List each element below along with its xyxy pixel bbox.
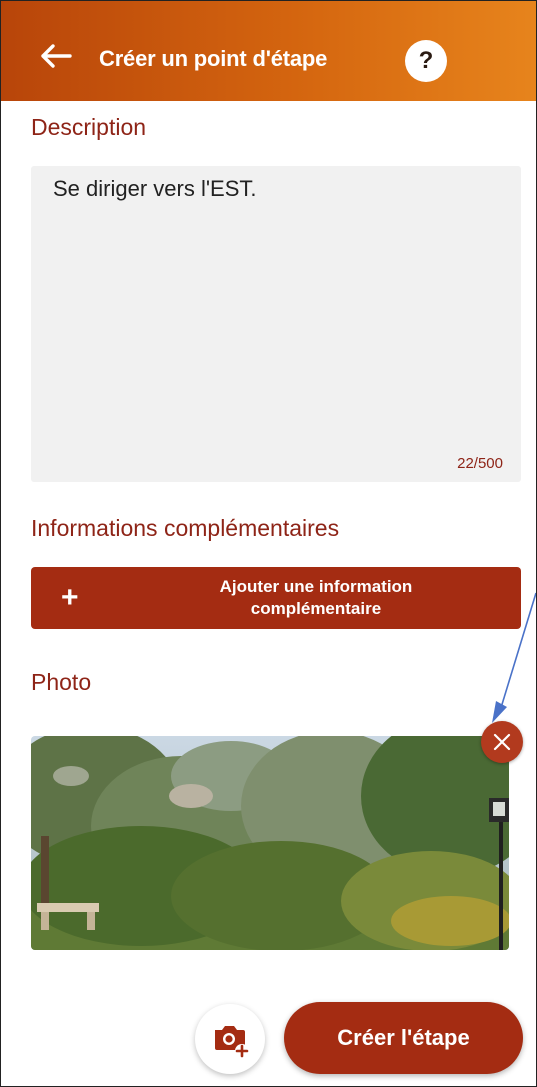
- page-title: Créer un point d'étape: [99, 46, 328, 71]
- add-extra-info-label: Ajouter une information complémentaire: [151, 576, 481, 620]
- description-textarea[interactable]: Se diriger vers l'EST. 22/500: [31, 166, 521, 482]
- character-counter: 22/500: [457, 455, 503, 472]
- add-extra-info-button[interactable]: + Ajouter une information complémentaire: [31, 567, 521, 629]
- add-photo-icon: [215, 1026, 249, 1058]
- remove-photo-button[interactable]: [481, 721, 523, 763]
- description-value: Se diriger vers l'EST.: [53, 176, 257, 201]
- garden-photo-image: [31, 736, 509, 950]
- annotation-arrow-icon: [492, 592, 536, 723]
- create-step-button[interactable]: Créer l'étape: [284, 1002, 523, 1074]
- close-icon: [493, 733, 511, 751]
- app-header: Créer un point d'étape ?: [1, 1, 536, 101]
- app-screen: Créer un point d'étape ? Description Se …: [0, 0, 537, 1087]
- arrow-left-icon[interactable]: [39, 43, 73, 69]
- add-extra-info-label-line1: Ajouter une information: [219, 577, 413, 596]
- extra-info-title: Informations complémentaires: [31, 515, 340, 541]
- photo-title: Photo: [31, 669, 92, 695]
- add-photo-button[interactable]: [195, 1004, 265, 1074]
- plus-icon: +: [61, 581, 79, 614]
- add-extra-info-label-line2: complémentaire: [250, 599, 382, 618]
- garden-photo: [31, 736, 509, 950]
- help-icon[interactable]: ?: [405, 40, 447, 82]
- description-title: Description: [31, 114, 147, 140]
